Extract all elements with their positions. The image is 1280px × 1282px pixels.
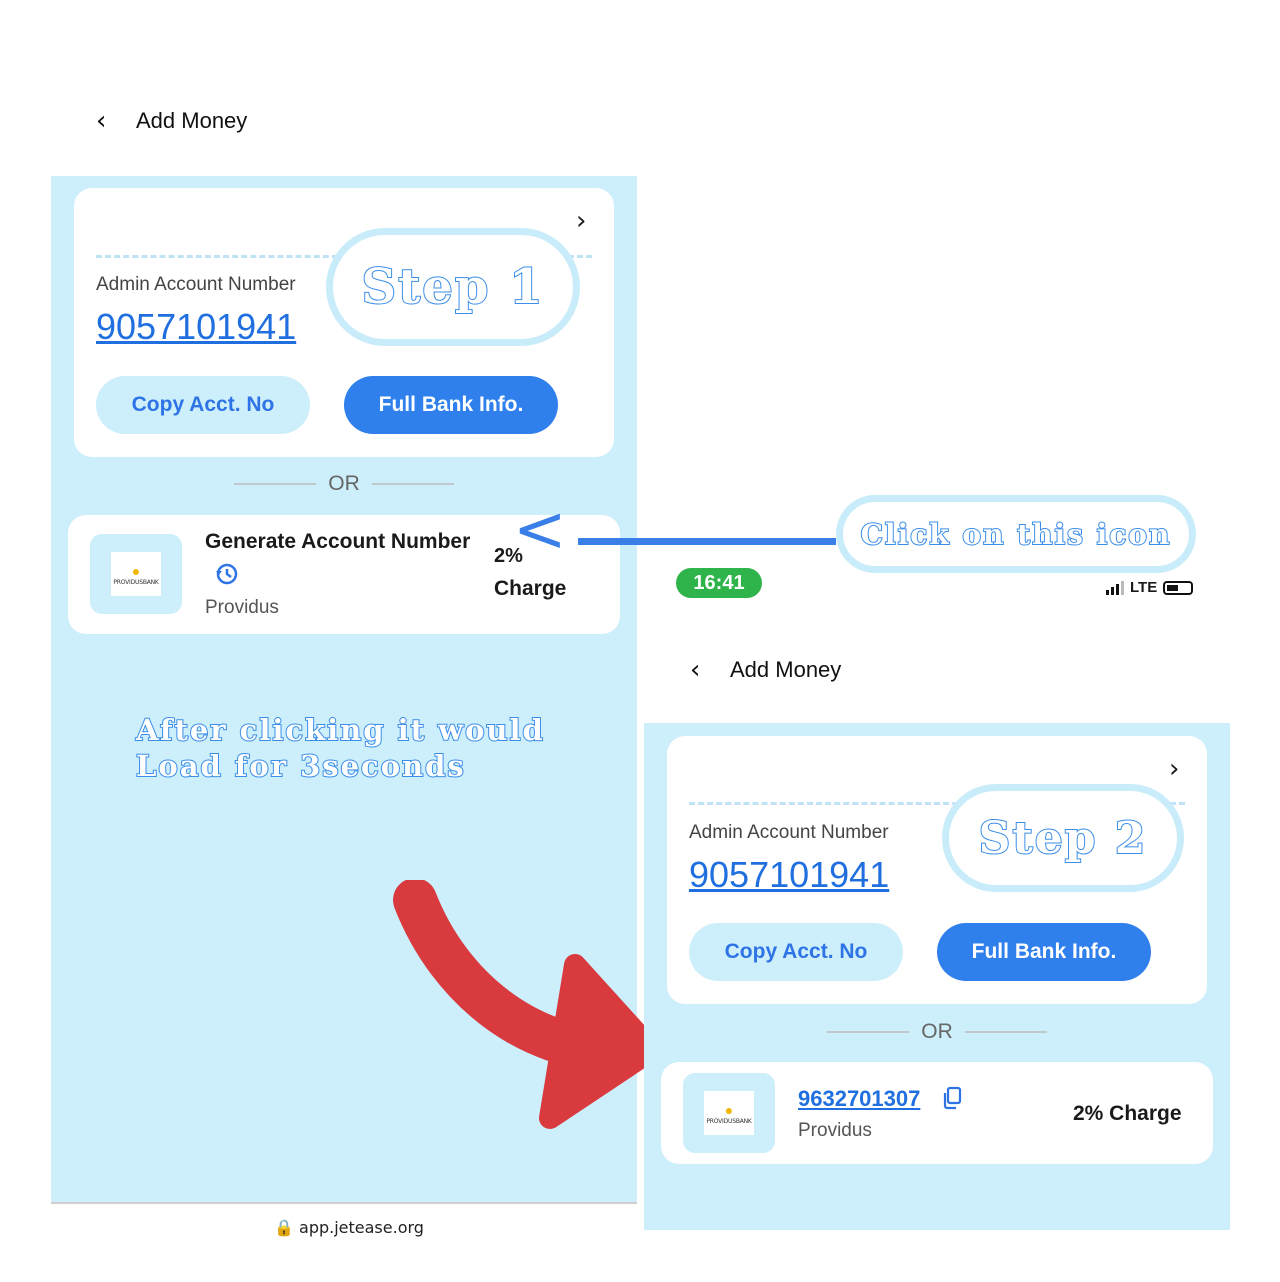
url-bar: 🔒 app.jetease.org xyxy=(274,1218,424,1237)
step2-annotation: Step 2 xyxy=(942,784,1184,892)
providus-bee-icon: ● xyxy=(131,562,141,579)
generated-account-number[interactable]: 9632701307 xyxy=(798,1086,920,1112)
signal-icon xyxy=(1106,580,1124,595)
back-chevron-icon[interactable]: ‹ xyxy=(96,106,136,136)
card-chevron-icon[interactable]: › xyxy=(1169,754,1179,784)
admin-account-number[interactable]: 9057101941 xyxy=(96,306,296,348)
full-bank-info-button[interactable]: Full Bank Info. xyxy=(344,376,558,434)
or-text: OR xyxy=(328,472,360,495)
network-label: LTE xyxy=(1130,579,1158,596)
card-chevron-icon[interactable]: › xyxy=(576,206,586,236)
url-text: app.jetease.org xyxy=(299,1218,424,1237)
battery-icon xyxy=(1163,580,1194,595)
providus-logo: ● PROVIDUSBANK xyxy=(90,534,182,614)
copy-acct-button[interactable]: Copy Acct. No xyxy=(689,923,903,981)
left-bottom-bar xyxy=(51,1202,637,1282)
providus-logo: ● PROVIDUSBANK xyxy=(683,1073,775,1153)
back-chevron-icon[interactable]: ‹ xyxy=(690,655,730,685)
full-bank-info-button[interactable]: Full Bank Info. xyxy=(937,923,1151,981)
charge-label: 2% Charge xyxy=(1073,1102,1182,1125)
admin-account-label: Admin Account Number xyxy=(96,274,296,295)
after-click-note: After clicking it would Load for 3second… xyxy=(135,712,545,784)
page-title: Add Money xyxy=(730,657,842,682)
generate-account-title[interactable]: Generate Account Number xyxy=(205,530,470,554)
step1-annotation: Step 1 xyxy=(326,228,580,346)
click-icon-annotation: Click on this icon xyxy=(836,495,1196,573)
generated-account-card: ● PROVIDUSBANK 9632701307 Providus 2% Ch… xyxy=(661,1062,1213,1164)
providus-bee-icon: ● xyxy=(724,1101,734,1118)
charge-label: Charge xyxy=(494,577,567,600)
bank-name: Providus xyxy=(798,1120,872,1141)
copy-icon[interactable] xyxy=(941,1086,963,1115)
page-title: Add Money xyxy=(136,108,248,133)
pointer-line xyxy=(578,538,836,545)
lock-icon: 🔒 xyxy=(274,1218,294,1237)
admin-account-label: Admin Account Number xyxy=(689,822,889,843)
bank-name: Providus xyxy=(205,597,279,618)
pointer-arrowhead: < xyxy=(513,493,567,567)
left-header: ‹ Add Money xyxy=(96,106,247,136)
or-divider: OR xyxy=(826,1020,1048,1044)
copy-acct-button[interactable]: Copy Acct. No xyxy=(96,376,310,434)
red-curved-arrow xyxy=(393,880,663,1129)
or-divider: OR xyxy=(234,472,454,496)
admin-account-number[interactable]: 9057101941 xyxy=(689,854,889,896)
right-header: ‹ Add Money xyxy=(690,655,841,685)
or-text: OR xyxy=(921,1020,953,1043)
status-time-badge: 16:41 xyxy=(676,568,762,598)
history-icon[interactable] xyxy=(214,561,240,592)
status-icons: LTE xyxy=(1106,579,1194,596)
